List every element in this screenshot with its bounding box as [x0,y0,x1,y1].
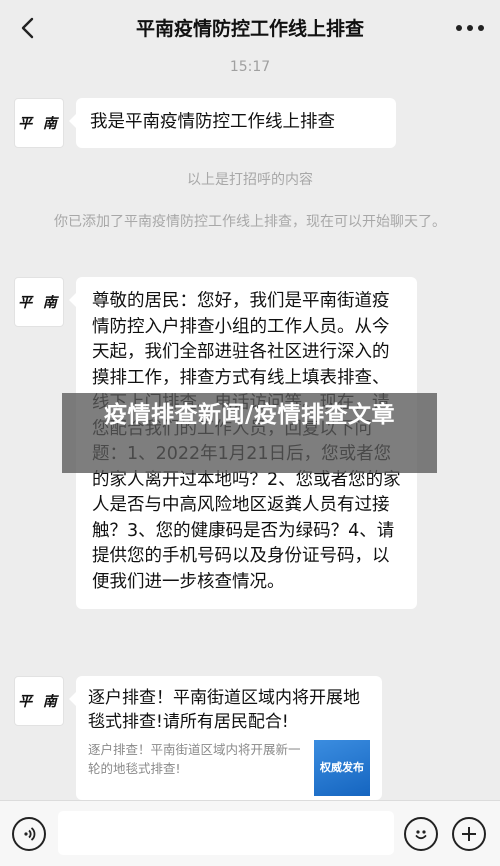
message-input[interactable] [58,811,394,855]
message-bubble[interactable]: 我是平南疫情防控工作线上排查 [69,98,396,148]
link-card-description: 逐户排查！平南街道区域内将开展新一轮的地毯式排查! [88,742,301,776]
voice-button[interactable] [12,817,46,851]
avatar[interactable]: 平 南 [14,676,64,726]
system-notice: 以上是打招呼的内容 [187,172,313,188]
plus-button[interactable] [452,817,486,851]
message-timestamp: 15:17 [229,59,271,75]
overlay-banner-text: 疫情排查新闻/疫情排查文章 [104,402,395,428]
avatar[interactable]: 平 南 [14,277,64,327]
chat-header: 平南疫情防控工作线上排查 [0,0,500,56]
system-notice: 你已添加了平南疫情防控工作线上排查，现在可以开始聊天了。 [54,214,446,230]
link-card[interactable]: 逐户排查！平南街道区域内将开展地毯式排查!请所有居民配合! 逐户排查！平南街道区… [69,676,382,800]
chevron-left-icon [21,17,34,39]
chat-title: 平南疫情防控工作线上排查 [135,18,364,40]
more-horizontal-icon [456,25,484,31]
back-button[interactable] [10,10,46,46]
plus-icon [462,827,476,841]
input-bar [0,800,500,866]
link-card-title: 逐户排查！平南街道区域内将开展地毯式排查!请所有居民配合! [88,688,360,732]
avatar[interactable]: 平 南 [14,98,64,148]
more-button[interactable] [450,10,490,46]
emoji-button[interactable] [404,817,438,851]
emoji-icon [415,830,427,840]
link-card-thumbnail: 权威发布 [314,740,370,796]
voice-icon [24,827,36,841]
